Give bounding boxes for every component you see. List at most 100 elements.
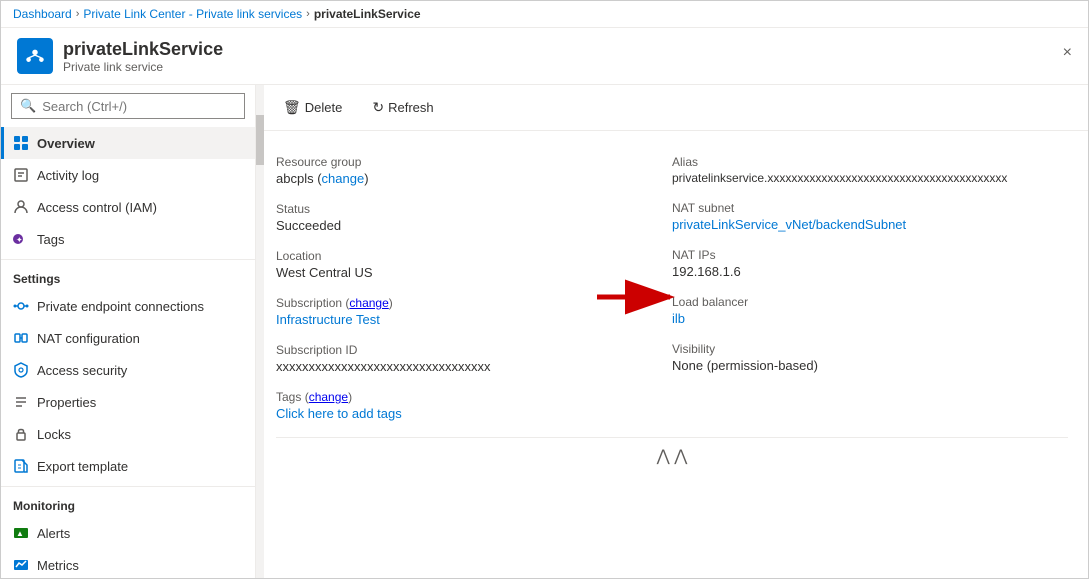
refresh-label: Refresh	[388, 100, 434, 115]
sidebar-item-label: Private endpoint connections	[37, 299, 204, 314]
resource-group-change-link[interactable]: change	[322, 171, 365, 186]
sidebar-item-private-endpoint[interactable]: Private endpoint connections	[1, 290, 255, 322]
delete-button[interactable]: 🗑 Delete	[272, 93, 353, 122]
sidebar-item-overview[interactable]: Overview	[1, 127, 255, 159]
endpoint-icon	[13, 298, 29, 314]
svg-text:▲: ▲	[16, 529, 24, 538]
alias-label: Alias	[672, 155, 1052, 169]
arrow-indicator	[592, 277, 682, 320]
sidebar-item-metrics[interactable]: Metrics	[1, 549, 255, 578]
status-label: Status	[276, 202, 656, 216]
sidebar-item-access-security[interactable]: Access security	[1, 354, 255, 386]
tags-label: Tags (change)	[276, 390, 656, 404]
subscription-change-link[interactable]: change	[349, 296, 388, 310]
sidebar-scrollbar[interactable]	[256, 85, 264, 578]
nat-ips-section: NAT IPs 192.168.1.6	[672, 240, 1068, 287]
status-section: Status Succeeded	[276, 194, 672, 241]
resource-group-section: Resource group abcpls (change)	[276, 147, 672, 194]
sidebar-item-label: Access control (IAM)	[37, 200, 157, 215]
subscription-link[interactable]: Infrastructure Test	[276, 312, 380, 327]
overview-icon	[13, 135, 29, 151]
delete-label: Delete	[305, 100, 343, 115]
security-icon	[13, 362, 29, 378]
settings-section-title: Settings	[1, 259, 255, 290]
collapse-row: ⋀ ⋀	[276, 437, 1068, 474]
status-value: Succeeded	[276, 218, 656, 233]
breadcrumb-private-link[interactable]: Private Link Center - Private link servi…	[83, 7, 302, 21]
tags-add-link[interactable]: Click here to add tags	[276, 406, 656, 421]
page-title: privateLinkService	[63, 39, 223, 60]
sidebar-item-activity-log[interactable]: Activity log	[1, 159, 255, 191]
nat-subnet-value: privateLinkService_vNet/backendSubnet	[672, 217, 1052, 232]
sidebar-item-export-template[interactable]: Export template	[1, 450, 255, 482]
breadcrumb-sep-1: ›	[76, 8, 80, 20]
load-balancer-label: Load balancer	[672, 295, 1052, 309]
iam-icon	[13, 199, 29, 215]
template-icon	[13, 458, 29, 474]
breadcrumb-dashboard[interactable]: Dashboard	[13, 7, 72, 21]
add-tags-link[interactable]: Click here to add tags	[276, 406, 402, 421]
properties-icon	[13, 394, 29, 410]
subscription-id-value: xxxxxxxxxxxxxxxxxxxxxxxxxxxxxxxxx	[276, 359, 656, 374]
delete-icon: 🗑	[283, 99, 301, 116]
locks-icon	[13, 426, 29, 442]
sidebar-item-nat-config[interactable]: NAT configuration	[1, 322, 255, 354]
sidebar-item-label: Export template	[37, 459, 128, 474]
content-area: Resource group abcpls (change) Status Su…	[256, 131, 1088, 578]
load-balancer-value: ilb	[672, 311, 1052, 326]
info-grid: Resource group abcpls (change) Status Su…	[276, 147, 1068, 429]
alias-value: privatelinkservice.xxxxxxxxxxxxxxxxxxxxx…	[672, 171, 1052, 185]
nat-subnet-label: NAT subnet	[672, 201, 1052, 215]
tags-icon: ✦	[13, 231, 29, 247]
sidebar-item-label: Locks	[37, 427, 71, 442]
sidebar-item-label: NAT configuration	[37, 331, 140, 346]
refresh-button[interactable]: ↻ Refresh	[361, 93, 444, 122]
breadcrumb-current: privateLinkService	[314, 7, 421, 21]
header-text: privateLinkService Private link service	[63, 39, 223, 74]
nat-icon	[13, 330, 29, 346]
visibility-value: None (permission-based)	[672, 358, 1052, 373]
service-icon	[17, 38, 53, 74]
subscription-id-label: Subscription ID	[276, 343, 656, 357]
tags-section: Tags (change) Click here to add tags	[276, 382, 672, 429]
close-button[interactable]: ×	[1059, 40, 1076, 66]
right-column: Alias privatelinkservice.xxxxxxxxxxxxxxx…	[672, 147, 1068, 429]
sidebar: 🔍 Overview	[1, 85, 256, 578]
search-input[interactable]	[42, 99, 236, 114]
breadcrumb-sep-2: ›	[306, 8, 310, 20]
resource-group-label: Resource group	[276, 155, 656, 169]
sidebar-item-label: Overview	[37, 136, 95, 151]
tags-change-link[interactable]: change	[309, 390, 348, 404]
refresh-icon: ↻	[372, 99, 384, 116]
sidebar-wrapper: 🔍 Overview	[1, 85, 256, 578]
search-box[interactable]: 🔍	[11, 93, 245, 119]
sidebar-item-label: Alerts	[37, 526, 70, 541]
collapse-button[interactable]: ⋀ ⋀	[657, 446, 688, 466]
sidebar-item-tags[interactable]: ✦ Tags	[1, 223, 255, 255]
toolbar: 🗑 Delete ↻ Refresh	[256, 85, 1088, 131]
svg-text:✦: ✦	[16, 236, 23, 245]
page-header: privateLinkService Private link service …	[1, 28, 1088, 85]
visibility-section: Visibility None (permission-based)	[672, 334, 1068, 381]
monitoring-section-title: Monitoring	[1, 486, 255, 517]
sidebar-item-alerts[interactable]: ▲ Alerts	[1, 517, 255, 549]
sidebar-item-label: Properties	[37, 395, 96, 410]
page-subtitle: Private link service	[63, 60, 223, 74]
nat-ips-value: 192.168.1.6	[672, 264, 1052, 279]
nat-subnet-link[interactable]: privateLinkService_vNet/backendSubnet	[672, 217, 906, 232]
search-icon: 🔍	[20, 98, 36, 114]
subscription-id-section: Subscription ID xxxxxxxxxxxxxxxxxxxxxxxx…	[276, 335, 672, 382]
sidebar-item-properties[interactable]: Properties	[1, 386, 255, 418]
sidebar-item-locks[interactable]: Locks	[1, 418, 255, 450]
location-label: Location	[276, 249, 656, 263]
sidebar-item-access-control[interactable]: Access control (IAM)	[1, 191, 255, 223]
alerts-icon: ▲	[13, 525, 29, 541]
main-layout: 🔍 Overview	[1, 85, 1088, 578]
app-container: Dashboard › Private Link Center - Privat…	[0, 0, 1089, 579]
sidebar-scrollbar-thumb	[256, 115, 264, 165]
sidebar-item-label: Tags	[37, 232, 64, 247]
sidebar-item-label: Activity log	[37, 168, 99, 183]
visibility-label: Visibility	[672, 342, 1052, 356]
nat-ips-label: NAT IPs	[672, 248, 1052, 262]
sidebar-item-label: Access security	[37, 363, 127, 378]
